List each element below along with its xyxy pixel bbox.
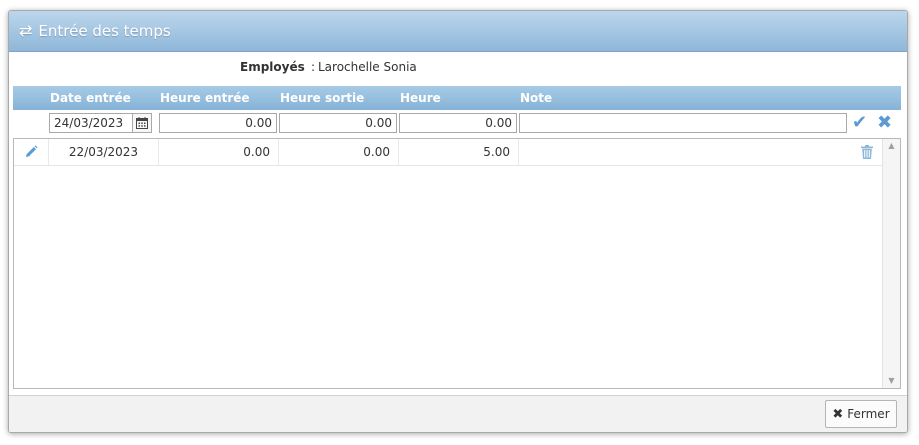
calendar-button[interactable] (132, 113, 152, 133)
column-date-entree: Date entrée (50, 91, 131, 105)
row-note (519, 139, 849, 165)
row-heure: 5.00 (399, 139, 519, 165)
column-heure-entree: Heure entrée (160, 91, 250, 105)
date-input[interactable] (49, 113, 133, 133)
cancel-x-icon[interactable]: ✖ (877, 113, 892, 133)
close-x-icon: ✖ (832, 406, 844, 422)
dialog-title: Entrée des temps (38, 22, 171, 40)
column-heure: Heure (400, 91, 441, 105)
employee-name: Larochelle Sonia (318, 60, 417, 74)
heure-input[interactable] (399, 113, 517, 133)
column-heure-sortie: Heure sortie (280, 91, 365, 105)
row-heure-entree: 0.00 (159, 139, 279, 165)
time-entries-list: 22/03/2023 0.00 0.00 5.00 ▲ ▼ (13, 138, 901, 389)
trash-icon[interactable] (860, 145, 873, 159)
table-row[interactable]: 22/03/2023 0.00 0.00 5.00 (14, 139, 884, 166)
calendar-icon (136, 117, 148, 129)
row-date: 22/03/2023 (49, 139, 159, 165)
vertical-scrollbar[interactable]: ▲ ▼ (882, 139, 900, 388)
row-heure-sortie: 0.00 (279, 139, 399, 165)
dialog-footer: ✖ Fermer (9, 395, 907, 432)
employee-row: Employés : Larochelle Sonia (9, 52, 907, 86)
close-button[interactable]: ✖ Fermer (825, 400, 897, 428)
confirm-check-icon[interactable]: ✔ (852, 113, 867, 133)
scroll-up-arrow-icon[interactable]: ▲ (883, 139, 900, 153)
heure-entree-input[interactable] (159, 113, 277, 133)
exchange-arrows-icon: ⇄ (19, 21, 33, 40)
edit-cell (14, 139, 49, 165)
employee-label: Employés : (240, 60, 315, 74)
pencil-icon[interactable] (24, 145, 38, 159)
entry-row: ✔ ✖ (9, 111, 907, 137)
heure-sortie-input[interactable] (279, 113, 397, 133)
time-entry-dialog: ⇄ Entrée des temps Employés : Larochelle… (8, 10, 908, 433)
close-button-label: Fermer (847, 407, 890, 421)
delete-cell (854, 139, 879, 165)
note-input[interactable] (519, 113, 847, 133)
grid-header: Date entrée Heure entrée Heure sortie He… (13, 86, 901, 110)
column-note: Note (520, 91, 553, 105)
scroll-down-arrow-icon[interactable]: ▼ (883, 374, 900, 388)
dialog-titlebar: ⇄ Entrée des temps (9, 11, 907, 52)
